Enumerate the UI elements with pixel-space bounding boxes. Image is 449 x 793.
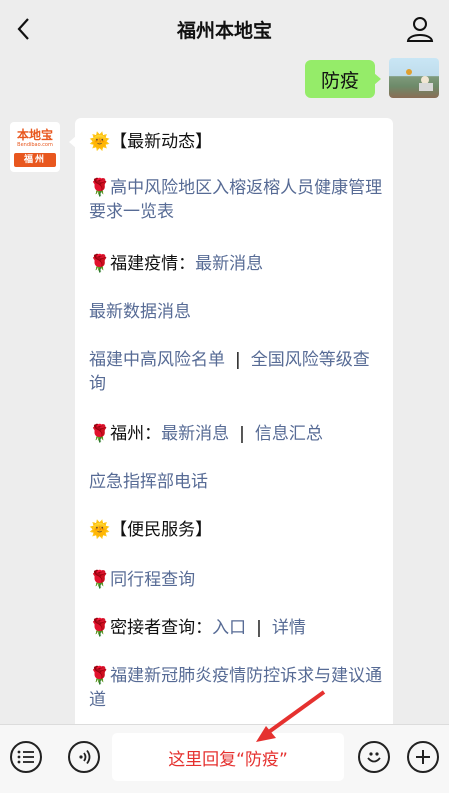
plus-icon [416,750,430,764]
list-item[interactable]: 🌹高中风险地区入榕返榕人员健康管理要求一览表 [89,176,385,224]
menu-button[interactable] [10,741,42,773]
item-label: 密接者查询： [110,618,213,638]
list-item: 福建中高风险名单 | 全国风险等级查询 [89,348,385,396]
rose-emoji-icon: 🌹 [89,424,111,444]
account-avatar[interactable]: 本地宝 Bendibao.com 福州 [10,122,60,172]
item-label: 福建疫情： [110,254,196,274]
message-link[interactable]: 福建新冠肺炎疫情防控诉求与建议通道 [89,666,382,710]
message-link[interactable]: 同行程查询 [110,570,195,590]
list-item[interactable]: 🌹福建新冠肺炎疫情防控诉求与建议通道 [89,664,385,712]
separator: | [235,350,241,370]
rose-emoji-icon: 🌹 [89,618,111,638]
rose-emoji-icon: 🌹 [89,178,111,198]
separator: | [256,618,262,638]
rose-emoji-icon: 🌹 [89,254,111,274]
sun-emoji-icon: 🌞 [89,520,111,540]
list-item[interactable]: 最新数据消息 [89,300,385,324]
logo-subtext: Bendibao.com [17,142,53,148]
plus-button[interactable] [407,741,439,773]
section-title: 🌞【最新动态】 [89,130,385,154]
incoming-message: 🌞【最新动态】 🌹高中风险地区入榕返榕人员健康管理要求一览表 🌹福建疫情：最新消… [69,118,393,724]
voice-button[interactable] [68,741,100,773]
sun-emoji-icon: 🌞 [89,132,111,152]
message-link[interactable]: 最新数据消息 [89,302,191,322]
person-icon [406,17,434,42]
red-arrow-annotation [256,690,326,742]
list-item[interactable]: 应急指挥部电话 [89,470,385,494]
logo-city: 福州 [14,153,56,167]
section-title-text: 【最新动态】 [110,132,213,152]
user-avatar[interactable] [389,58,439,98]
section-title-text: 【便民服务】 [110,520,213,540]
emoji-button[interactable] [358,741,390,773]
chat-area[interactable]: 防疫 本地宝 Bendibao.com 福州 🌞【最新动态】 🌹高中风险地区入榕… [0,58,449,724]
list-item: 🌹福建疫情：最新消息 [89,252,385,276]
message-link[interactable]: 入口 [212,618,246,638]
list-item[interactable]: 🌹同行程查询 [89,568,385,592]
item-label: 福州： [110,424,162,444]
back-button[interactable] [10,14,36,44]
smiley-icon [367,752,381,763]
message-link[interactable]: 最新消息 [161,424,229,444]
profile-button[interactable] [405,14,435,44]
logo-text: 本地宝 [16,128,53,142]
message-link[interactable]: 应急指挥部电话 [89,472,208,492]
menu-list-icon [17,750,34,764]
chat-title: 福州本地宝 [176,19,272,42]
message-link[interactable]: 福建中高风险名单 [89,350,225,370]
avatar-photo [406,69,433,91]
message-link[interactable]: 信息汇总 [255,424,323,444]
rose-emoji-icon: 🌹 [89,570,111,590]
message-link[interactable]: 高中风险地区入榕返榕人员健康管理要求一览表 [89,178,382,222]
separator: | [239,424,245,444]
message-link[interactable]: 最新消息 [195,254,263,274]
message-link[interactable]: 详情 [272,618,306,638]
chevron-left-icon [17,18,29,40]
list-item: 🌹密接者查询：入口 | 详情 [89,616,385,640]
outgoing-text: 防疫 [321,69,360,92]
chat-header: 福州本地宝 [0,0,449,58]
voice-icon [79,749,91,765]
rose-emoji-icon: 🌹 [89,666,111,686]
outgoing-message: 防疫 [305,60,382,98]
list-item: 🌹福州：最新消息 | 信息汇总 [89,422,385,446]
section-title: 🌞【便民服务】 [89,518,385,542]
input-hint: 这里回复“防疫” [168,749,288,770]
input-bar: 这里回复“防疫” [0,724,449,793]
